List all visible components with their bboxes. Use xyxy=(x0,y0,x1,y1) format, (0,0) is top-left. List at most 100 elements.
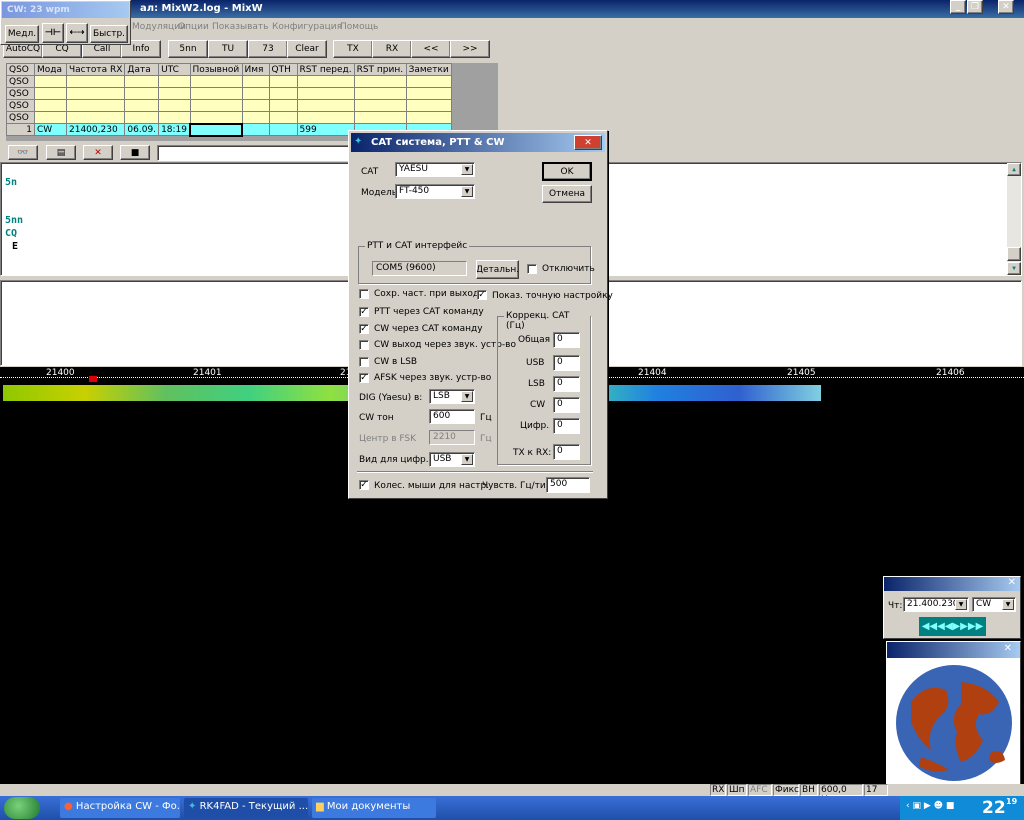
macro-clear[interactable]: Clear xyxy=(287,40,327,58)
corr-input[interactable]: 0 xyxy=(553,332,580,348)
callsign-cell[interactable] xyxy=(189,122,243,137)
corr-input[interactable]: 0 xyxy=(553,444,580,460)
log-input[interactable] xyxy=(157,145,349,161)
mouse-wheel-checkbox[interactable]: ✓ xyxy=(359,480,369,490)
clock-minutes[interactable]: 19 xyxy=(1006,797,1017,806)
corr-input[interactable]: 0 xyxy=(553,376,580,392)
tune-arrows-button[interactable]: ◀◀◀◀▶▶▶▶ xyxy=(919,617,986,636)
macro-tx[interactable]: TX xyxy=(333,40,373,58)
menu-bar: Модуляции Опции Показывать Конфигурация … xyxy=(0,19,1024,36)
minimize-button[interactable]: _ xyxy=(950,0,966,14)
col-name: Имя xyxy=(241,63,270,76)
menu-help[interactable]: Помощь xyxy=(340,22,378,32)
macro-next[interactable]: >> xyxy=(450,40,490,58)
dialog-close-button[interactable]: ✕ xyxy=(574,135,602,150)
table-row[interactable]: QSO xyxy=(6,111,452,124)
corr-input[interactable]: 0 xyxy=(553,397,580,413)
restore-button[interactable]: ❐ xyxy=(967,0,983,14)
cw-tone-input[interactable]: 600 xyxy=(429,409,475,424)
mode-select[interactable]: CW ▼ xyxy=(972,597,1016,612)
details-button[interactable]: Детальн. xyxy=(476,260,519,279)
cw-sound-checkbox[interactable] xyxy=(359,340,369,350)
com-port-field[interactable]: COM5 (9600) xyxy=(372,261,467,276)
clear-entry-button[interactable]: ✕ xyxy=(83,145,113,160)
macro-5nn[interactable]: 5nn xyxy=(168,40,208,58)
macro-rx[interactable]: RX xyxy=(372,40,412,58)
menu-config[interactable]: Конфигурация xyxy=(272,22,342,32)
chevron-down-icon: ▼ xyxy=(461,391,473,402)
dig-mode-select[interactable]: USB ▼ xyxy=(429,452,475,467)
freq-tick: 21400 xyxy=(46,368,75,378)
cw-speed-down-icon[interactable]: ⊣⊢ xyxy=(42,23,64,43)
cw-speed-titlebar: CW: 23 wpm xyxy=(2,2,129,18)
table-row[interactable]: QSO xyxy=(6,99,452,112)
scroll-up-icon[interactable]: ▲ xyxy=(1007,163,1021,176)
show-tuning-checkbox[interactable]: ✓ xyxy=(477,290,487,300)
close-icon[interactable]: ✕ xyxy=(1004,643,1012,654)
cw-tone-unit: Гц xyxy=(480,413,492,423)
afsk-sound-checkbox[interactable]: ✓ xyxy=(359,373,369,383)
taskbar-item-mixw[interactable]: ✦ RK4FAD - Текущий ... xyxy=(184,798,308,818)
model-label: Модель xyxy=(361,188,398,198)
status-rx: RX xyxy=(710,784,726,796)
cw-speed-up-icon[interactable]: ⇠⇢ xyxy=(66,23,88,43)
scroll-down-icon[interactable]: ▼ xyxy=(1007,262,1021,275)
cat-select[interactable]: YAESU ▼ xyxy=(395,162,475,177)
chevron-down-icon: ▼ xyxy=(955,599,967,610)
table-row[interactable]: QSO xyxy=(6,87,452,100)
world-map-globe xyxy=(896,665,1012,781)
clock-hours[interactable]: 22 xyxy=(982,798,1006,818)
cw-sound-label: CW выход через звук. устр-во xyxy=(374,340,516,350)
map-panel: ✕ xyxy=(886,641,1021,787)
corr-input[interactable]: 0 xyxy=(553,418,580,434)
search-log-button[interactable]: 👓 xyxy=(8,145,38,160)
col-notes: Заметки xyxy=(405,63,452,76)
taskbar-item-docs[interactable]: ▆ Мои документы xyxy=(312,798,436,818)
cat-dialog-titlebar: ✦ CAT система, PTT & CW ✕ xyxy=(351,133,605,152)
scroll-thumb[interactable] xyxy=(1007,247,1021,261)
save-freq-checkbox[interactable] xyxy=(359,289,369,299)
macro-tu[interactable]: TU xyxy=(208,40,248,58)
save-entry-button[interactable]: ■ xyxy=(120,145,150,160)
disable-checkbox[interactable] xyxy=(527,264,537,274)
cw-cat-checkbox[interactable]: ✓ xyxy=(359,324,369,334)
close-icon[interactable]: ✕ xyxy=(1008,577,1016,588)
status-lock[interactable]: Фикс xyxy=(773,784,799,796)
status-bh[interactable]: ВН xyxy=(800,784,818,796)
tuning-marker-icon[interactable] xyxy=(89,376,97,382)
table-row[interactable]: QSO xyxy=(6,75,452,88)
model-select[interactable]: FT-450 ▼ xyxy=(395,184,475,199)
edit-log-button[interactable]: ▤ xyxy=(46,145,76,160)
dig-mode-label: Вид для цифр. xyxy=(359,455,429,465)
status-squelch[interactable]: Шп xyxy=(727,784,747,796)
col-utc: UTC xyxy=(158,63,191,76)
cw-slow-button[interactable]: Медл. xyxy=(5,25,39,43)
corr-input[interactable]: 0 xyxy=(553,355,580,371)
taskbar-item-cw[interactable]: ● Настройка CW - Фо... xyxy=(60,798,180,818)
cw-fast-button[interactable]: Быстр. xyxy=(90,25,128,43)
macro-prev[interactable]: << xyxy=(411,40,451,58)
ok-button[interactable]: OK xyxy=(542,162,592,181)
status-wpm: 17 w xyxy=(864,784,888,805)
col-mode: Мода xyxy=(34,63,67,76)
macro-73[interactable]: 73 xyxy=(248,40,288,58)
cancel-button[interactable]: Отмена xyxy=(542,185,592,203)
status-bar: RX Шп AFC Фикс ВН 600,0 Hz 17 w xyxy=(0,784,1024,805)
cw-lsb-checkbox[interactable] xyxy=(359,357,369,367)
close-button[interactable]: ✕ xyxy=(998,0,1014,14)
chevron-down-icon: ▼ xyxy=(1002,599,1014,610)
menu-show[interactable]: Показывать xyxy=(212,22,268,32)
ptt-cat-checkbox[interactable]: ✓ xyxy=(359,307,369,317)
dig-select[interactable]: LSB ▼ xyxy=(429,389,475,404)
menu-options[interactable]: Опции xyxy=(178,22,209,32)
start-button[interactable] xyxy=(4,797,40,819)
rx-scrollbar[interactable]: ▲ ▼ xyxy=(1007,163,1021,275)
map-panel-titlebar: ✕ xyxy=(887,642,1020,658)
freq-tick: 21401 xyxy=(193,368,222,378)
status-afc[interactable]: AFC xyxy=(748,784,772,796)
log-table[interactable]: QSO Мода Частота RX Дата UTC Позывной Им… xyxy=(6,63,452,137)
sensitivity-input[interactable]: 500 xyxy=(546,477,590,493)
freq-select[interactable]: 21.400.230 ▼ xyxy=(903,597,969,612)
freq-tick: 21405 xyxy=(787,368,816,378)
tray-icons[interactable]: ‹ ▣ ▶ ☻ ■ xyxy=(906,801,954,811)
